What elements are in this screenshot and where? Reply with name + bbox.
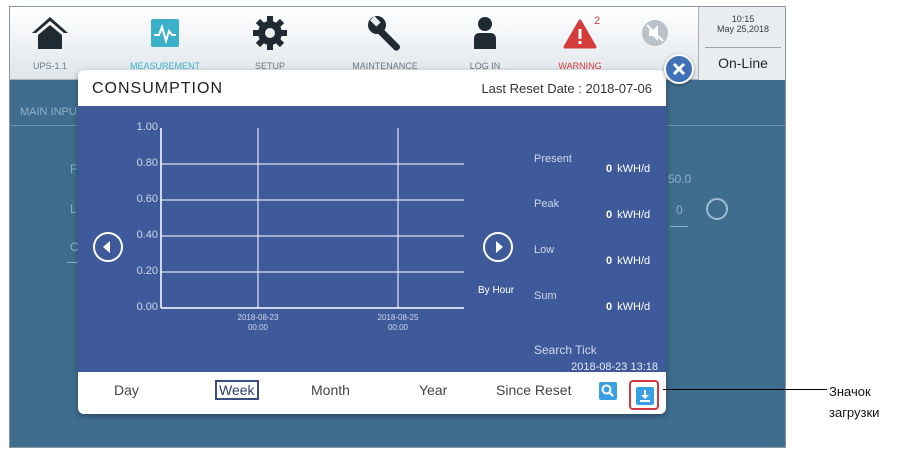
- tab-year[interactable]: Year: [419, 382, 447, 398]
- callout-line: [663, 389, 827, 390]
- tab-day[interactable]: Day: [114, 382, 139, 398]
- home-icon: [32, 17, 68, 49]
- y-tick-label: 0.00: [136, 301, 158, 313]
- by-hour-label: By Hour: [478, 285, 515, 296]
- setup-nav-button[interactable]: SETUP: [235, 11, 305, 77]
- x-tick-date: 2018-08-25: [377, 313, 419, 322]
- measurement-nav-button[interactable]: MEASUREMENT: [110, 11, 220, 77]
- x-tick-time: 00:00: [247, 323, 269, 332]
- stat-unit: kWH/d: [617, 301, 651, 313]
- stat-number: 0: [606, 209, 613, 221]
- chevron-right-icon: [496, 241, 503, 253]
- x-tick-label: 2018-08-25 00:00: [358, 313, 438, 333]
- wrench-icon: [368, 16, 401, 51]
- stat-unit: kWH/d: [617, 209, 651, 221]
- stat-unit: kWH/d: [617, 163, 651, 175]
- status-text: On-Line: [718, 55, 768, 71]
- dialog-title: CONSUMPTION: [92, 80, 223, 97]
- callout-label: Значок загрузки: [829, 384, 880, 420]
- stat-number: 0: [606, 255, 613, 267]
- consumption-dialog: CONSUMPTION Last Reset Date : 2018-07-06…: [78, 70, 666, 414]
- background-underline: [670, 226, 688, 227]
- tab-since-reset[interactable]: Since Reset: [496, 382, 571, 398]
- x-tick-time: 00:00: [387, 323, 409, 332]
- stat-label-sum: Sum: [534, 290, 557, 302]
- clock: 10:15 May 25,2018: [699, 14, 785, 34]
- tab-month[interactable]: Month: [311, 382, 350, 398]
- home-nav-label: UPS-1.1: [32, 61, 67, 71]
- status-divider: [705, 47, 781, 48]
- background-value: 0: [676, 203, 683, 217]
- range-tabs: Day Week Month Year Since Reset: [78, 372, 666, 414]
- warning-count-badge: 2: [594, 15, 601, 27]
- chart-panel: 1.00 0.80 0.60 0.40 0.20 0.00 2018-08-23…: [78, 106, 666, 373]
- y-tick-label: 0.40: [136, 229, 158, 241]
- home-nav-button[interactable]: UPS-1.1: [20, 11, 80, 77]
- stat-number: 0: [606, 163, 613, 175]
- download-button[interactable]: [629, 380, 659, 410]
- search-tick-label: Search Tick: [534, 343, 597, 357]
- stat-label-peak: Peak: [534, 198, 560, 210]
- background-search-icon[interactable]: [706, 198, 728, 220]
- y-tick-label: 0.60: [136, 193, 158, 205]
- x-tick-date: 2018-08-23: [237, 313, 279, 322]
- y-tick-label: 0.20: [136, 265, 158, 277]
- stat-label-low: Low: [534, 244, 555, 256]
- last-reset-date: Last Reset Date : 2018-07-06: [481, 81, 652, 96]
- background-row-label: L: [70, 202, 77, 216]
- close-button[interactable]: [664, 54, 694, 84]
- stat-unit: kWH/d: [617, 255, 651, 267]
- background-row-label: F: [70, 162, 78, 176]
- previous-button[interactable]: [93, 232, 123, 262]
- ups-screen: UPS-1.1 MEASUREMENT SETUP MAINTENANCE LO…: [9, 6, 786, 448]
- clock-date: May 25,2018: [716, 24, 770, 34]
- status-panel: 10:15 May 25,2018 On-Line: [698, 7, 785, 80]
- x-tick-label: 2018-08-23 00:00: [218, 313, 298, 333]
- stat-label-present: Present: [534, 153, 572, 165]
- stat-number: 0: [606, 301, 613, 313]
- tab-week[interactable]: Week: [215, 380, 259, 400]
- y-tick-label: 1.00: [136, 121, 158, 133]
- stat-value-low: 0 kWH/d: [606, 255, 650, 267]
- clock-time: 10:15: [731, 14, 755, 24]
- stat-value-peak: 0 kWH/d: [606, 209, 650, 221]
- section-title: MAIN INPUT: [20, 106, 84, 118]
- background-value: 50.0: [668, 172, 692, 186]
- stat-value-present: 0 kWH/d: [606, 163, 650, 175]
- chevron-left-icon: [103, 241, 110, 253]
- measurement-icon: [151, 19, 179, 47]
- warning-nav-button[interactable]: 2 WARNING: [540, 11, 620, 77]
- login-nav-button[interactable]: LOG IN: [445, 11, 525, 77]
- next-button[interactable]: [483, 232, 513, 262]
- close-icon: [672, 62, 686, 76]
- mute-icon: [642, 20, 668, 46]
- stat-value-sum: 0 kWH/d: [606, 301, 650, 313]
- maintenance-nav-button[interactable]: MAINTENANCE: [335, 11, 435, 77]
- search-button[interactable]: [599, 382, 617, 400]
- y-tick-label: 0.80: [136, 157, 158, 169]
- user-icon: [474, 17, 496, 49]
- gear-icon: [253, 16, 287, 50]
- download-icon: [636, 387, 654, 405]
- search-icon: [601, 384, 614, 397]
